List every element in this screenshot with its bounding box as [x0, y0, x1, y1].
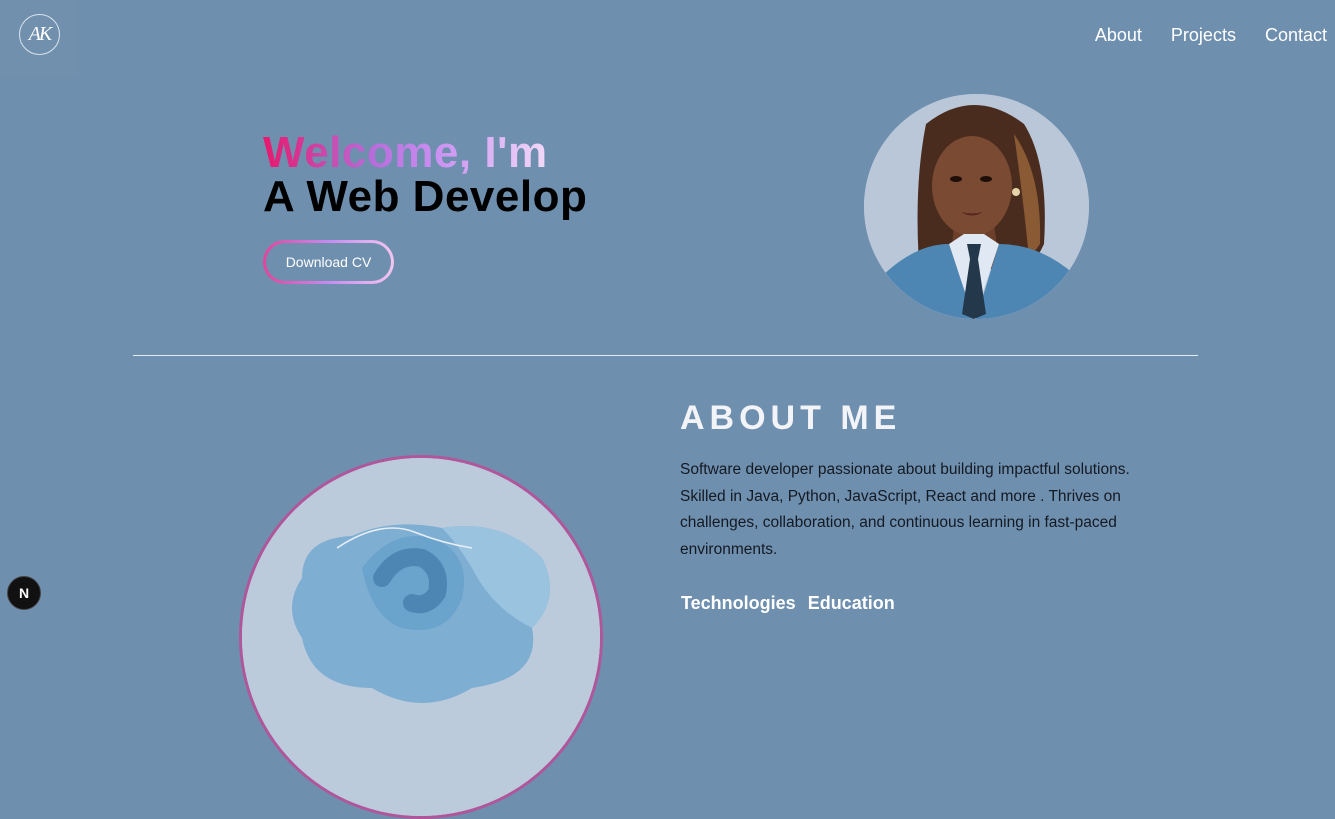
- site-logo[interactable]: AK: [0, 0, 78, 76]
- main-nav: About Projects Contact: [1095, 24, 1327, 46]
- about-heading: ABOUT ME: [680, 399, 902, 437]
- nav-link-about[interactable]: About: [1095, 24, 1142, 46]
- hero-role: A Web Develop: [263, 172, 588, 221]
- tab-technologies[interactable]: Technologies: [681, 592, 796, 614]
- section-divider: [133, 355, 1198, 356]
- profile-photo: [864, 94, 1089, 319]
- hero-greeting: Welcome, I'm: [263, 128, 548, 177]
- about-tabs: Technologies Education: [681, 592, 895, 614]
- tab-education[interactable]: Education: [808, 592, 895, 614]
- nav-link-contact[interactable]: Contact: [1265, 24, 1327, 46]
- about-image-circle: [239, 455, 603, 819]
- download-cv-button[interactable]: Download CV: [263, 240, 394, 284]
- about-illustration: [242, 458, 600, 816]
- logo-monogram: AK: [28, 23, 53, 45]
- download-cv-label: Download CV: [266, 243, 391, 281]
- nextjs-icon[interactable]: N: [7, 576, 41, 610]
- nav-link-projects[interactable]: Projects: [1171, 24, 1236, 46]
- about-description: Software developer passionate about buil…: [680, 461, 1130, 558]
- profile-photo-illustration: [864, 94, 1089, 319]
